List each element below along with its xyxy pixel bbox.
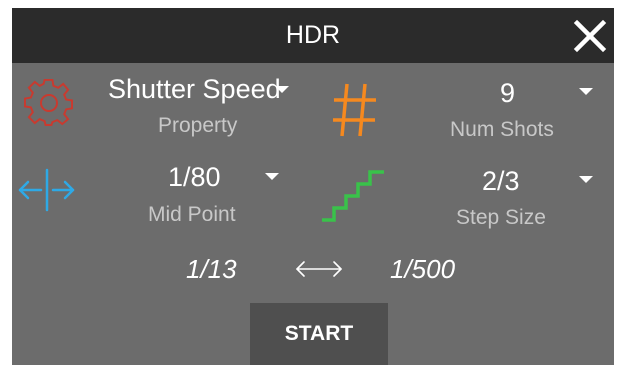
hash-icon[interactable]: [330, 80, 380, 140]
dialog-title: HDR: [285, 21, 341, 49]
step-size-value: 2/3: [482, 166, 520, 196]
chevron-down-icon: [265, 173, 279, 180]
stairs-icon[interactable]: [320, 168, 388, 224]
property-caption: Property: [158, 114, 238, 137]
mid-point-value: 1/80: [168, 162, 221, 192]
num-shots-value: 9: [500, 78, 516, 108]
range-high: 1/500: [390, 254, 456, 284]
step-size-caption: Step Size: [456, 206, 546, 229]
title-bar: HDR: [12, 8, 614, 63]
chevron-down-icon: [579, 176, 593, 183]
mid-point-selector[interactable]: 1/80 Mid Point: [142, 158, 292, 234]
mid-point-caption: Mid Point: [148, 203, 236, 226]
num-shots-caption: Num Shots: [450, 118, 554, 141]
split-arrows-icon[interactable]: [16, 166, 76, 214]
chevron-down-icon: [275, 86, 289, 93]
step-size-selector[interactable]: 2/3 Step Size: [444, 158, 602, 238]
property-value: Shutter Speed: [108, 74, 281, 104]
property-selector[interactable]: Shutter Speed Property: [100, 70, 310, 146]
gear-icon[interactable]: [24, 78, 74, 128]
chevron-down-icon: [579, 88, 593, 95]
num-shots-selector[interactable]: 9 Num Shots: [442, 70, 602, 146]
close-icon[interactable]: [570, 16, 610, 56]
hdr-dialog: HDR Shutter Speed Property 9 Num Shots 1…: [12, 8, 614, 365]
double-arrow-icon: [296, 261, 342, 277]
start-button[interactable]: START: [250, 303, 388, 365]
range-low: 1/13: [186, 254, 237, 284]
